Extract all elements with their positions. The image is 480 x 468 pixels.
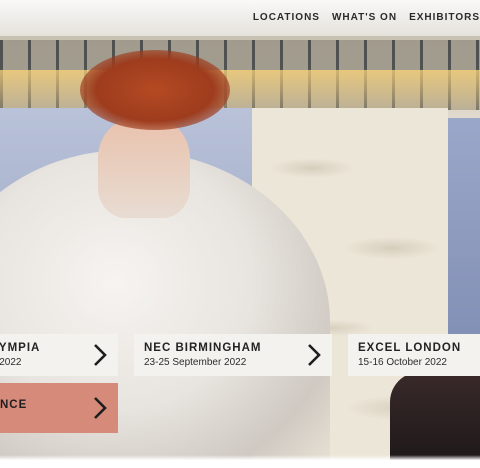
event-date: 15-16 October 2022 (358, 357, 447, 368)
event-name: EXCEL LONDON (358, 342, 462, 354)
top-navigation-bar: LOCATIONS WHAT'S ON EXHIBITORS (0, 0, 480, 36)
chevron-right-icon (94, 397, 107, 419)
nav-whats-on[interactable]: WHAT'S ON (332, 12, 397, 23)
event-date: 23-25 September 2022 (144, 357, 247, 368)
nav-exhibitors[interactable]: EXHIBITORS (409, 12, 480, 23)
nav-locations[interactable]: LOCATIONS (253, 12, 320, 23)
event-card-excel-london[interactable]: EXCEL LONDON 15-16 October 2022 (348, 334, 480, 376)
event-card-accent[interactable]: NCE (0, 383, 118, 433)
event-name: NEC BIRMINGHAM (144, 342, 262, 354)
model-torso (98, 118, 190, 218)
chevron-right-icon (94, 344, 107, 366)
event-card-olympia[interactable]: OLYMPIA ber 2022 (0, 334, 118, 376)
chevron-right-icon (308, 344, 321, 366)
ceiling-lights (0, 70, 480, 110)
audience (390, 372, 480, 468)
event-card-nec-birmingham[interactable]: NEC BIRMINGHAM 23-25 September 2022 (134, 334, 332, 376)
torn-paper-edge (0, 455, 480, 468)
model-hair (80, 50, 230, 130)
main-nav: LOCATIONS WHAT'S ON EXHIBITORS (253, 12, 480, 23)
